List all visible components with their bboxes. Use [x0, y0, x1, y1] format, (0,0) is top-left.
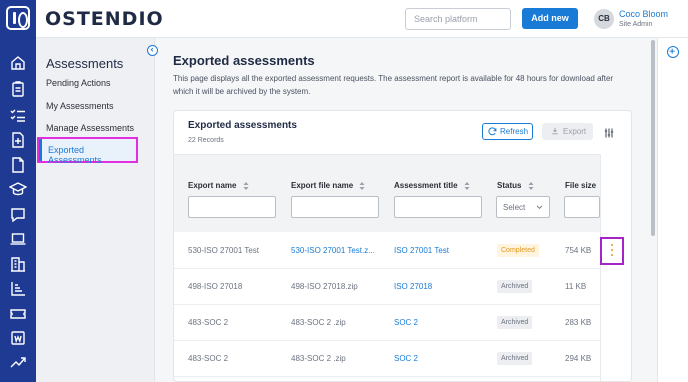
sort-icon	[359, 181, 365, 190]
chevron-down-icon	[536, 205, 543, 209]
status-badge: Completed	[497, 244, 539, 257]
sidebar-item-manage-assessments[interactable]: Manage Assessments	[46, 123, 134, 133]
column-header-assessment-title[interactable]: Assessment title	[394, 181, 470, 190]
download-icon	[552, 127, 558, 135]
file-size-cell: 754 KB	[565, 246, 592, 255]
assessment-title-link[interactable]: ISO 27001 Test	[394, 246, 449, 255]
trend-icon[interactable]	[9, 353, 27, 371]
checklist-icon[interactable]	[9, 106, 27, 124]
record-count: 22 Records	[188, 137, 224, 144]
column-header-export-name[interactable]: Export name	[188, 181, 249, 190]
exports-card: Exported assessments 22 Records Refresh …	[173, 110, 632, 382]
sidebar-item-my-assessments[interactable]: My Assessments	[46, 101, 114, 111]
export-name-cell: 498-ISO 27018	[188, 282, 243, 291]
file-size-cell: 283 KB	[565, 318, 592, 327]
word-doc-icon[interactable]	[9, 329, 27, 347]
table-row[interactable]: 498-ISO 27018 498-ISO 27018.zip ISO 2701…	[174, 269, 631, 305]
user-name[interactable]: Coco Bloom	[619, 9, 668, 19]
home-icon[interactable]	[9, 54, 27, 72]
brand-name: OSTENDIO	[45, 8, 164, 30]
row-actions-column	[600, 154, 631, 381]
sidebar-item-exported-assessments[interactable]: Exported Assessments	[37, 137, 138, 165]
add-widget-icon[interactable]	[667, 46, 679, 58]
icon-rail	[0, 0, 36, 382]
card-title: Exported assessments	[188, 120, 297, 131]
file-name-cell: 498-ISO 27018.zip	[291, 282, 358, 291]
table-row[interactable]: 483-SOC 2 483-SOC 2 .zip SOC 2 Archived …	[174, 305, 631, 341]
assessment-title-link[interactable]: SOC 2	[394, 318, 418, 327]
table-row[interactable]: 530-ISO 27001 Test 530-ISO 27001 Test.z.…	[174, 233, 631, 269]
top-header: OSTENDIO Search platform Add new CB Coco…	[36, 0, 688, 38]
avatar[interactable]: CB	[594, 9, 614, 29]
sort-icon	[464, 181, 470, 190]
assessment-title-filter-input[interactable]	[394, 196, 482, 218]
chat-icon[interactable]	[9, 206, 27, 224]
page-description: This page displays all the exported asse…	[173, 74, 614, 96]
row-actions-menu-highlighted[interactable]	[600, 237, 624, 265]
column-header-file-name[interactable]: Export file name	[291, 181, 365, 190]
user-role: Site Admin	[619, 21, 653, 28]
export-name-cell: 530-ISO 27001 Test	[188, 246, 260, 255]
assessments-sidebar: Assessments Pending Actions My Assessmen…	[36, 38, 158, 382]
search-input[interactable]: Search platform	[405, 8, 511, 30]
status-badge: Archived	[497, 280, 533, 293]
assessment-title-link[interactable]: ISO 27018	[394, 282, 432, 291]
sidebar-title: Assessments	[46, 56, 124, 71]
refresh-label: Refresh	[500, 127, 529, 136]
app: OSTENDIO Search platform Add new CB Coco…	[0, 0, 688, 382]
page-title: Exported assessments	[173, 53, 315, 68]
export-name-filter-input[interactable]	[188, 196, 276, 218]
collapse-sidebar-icon[interactable]	[147, 45, 158, 56]
right-panel	[657, 38, 688, 382]
column-header-status[interactable]: Status	[497, 181, 534, 190]
sidebar-item-label: Exported Assessments	[48, 145, 102, 165]
table-row[interactable]: 483-SOC 2 483-SOC 2 .zip SOC 2 Archived …	[174, 341, 631, 377]
chart-icon[interactable]	[9, 280, 27, 298]
status-filter-select[interactable]: Select	[496, 196, 550, 218]
export-name-cell: 483-SOC 2	[188, 354, 229, 363]
column-settings-icon[interactable]	[603, 126, 615, 138]
file-size-cell: 294 KB	[565, 354, 592, 363]
refresh-button[interactable]: Refresh	[482, 123, 533, 140]
file-name-filter-input[interactable]	[291, 196, 379, 218]
file-icon[interactable]	[9, 156, 27, 174]
assessment-title-link[interactable]: SOC 2	[394, 354, 418, 363]
kebab-menu-icon	[610, 244, 614, 258]
column-header-file-size[interactable]: File size	[565, 181, 596, 190]
graduation-cap-icon[interactable]	[9, 180, 27, 198]
file-name-link[interactable]: 530-ISO 27001 Test.z...	[291, 246, 375, 255]
sort-icon	[243, 181, 249, 190]
document-plus-icon[interactable]	[9, 131, 27, 149]
export-label: Export	[563, 127, 587, 136]
file-size-cell: 11 KB	[565, 282, 587, 291]
scrollbar[interactable]	[651, 40, 655, 236]
export-button[interactable]: Export	[542, 123, 593, 140]
refresh-icon	[488, 127, 497, 136]
active-indicator	[39, 139, 42, 161]
ticket-icon[interactable]	[9, 305, 27, 323]
laptop-icon[interactable]	[9, 230, 27, 248]
table-header: Export name Export file name Assessment …	[174, 154, 631, 232]
export-name-cell: 483-SOC 2	[188, 318, 229, 327]
building-icon[interactable]	[9, 255, 27, 273]
status-badge: Archived	[497, 316, 533, 329]
clipboard-icon[interactable]	[9, 80, 27, 98]
file-name-cell: 483-SOC 2 .zip	[291, 318, 346, 327]
file-size-filter-input[interactable]	[564, 196, 600, 218]
status-badge: Archived	[497, 352, 533, 365]
file-name-cell: 483-SOC 2 .zip	[291, 354, 346, 363]
ostendio-logo-icon[interactable]	[6, 6, 30, 30]
add-new-button[interactable]: Add new	[522, 8, 578, 29]
sort-icon	[528, 181, 534, 190]
sidebar-item-pending-actions[interactable]: Pending Actions	[46, 78, 111, 88]
